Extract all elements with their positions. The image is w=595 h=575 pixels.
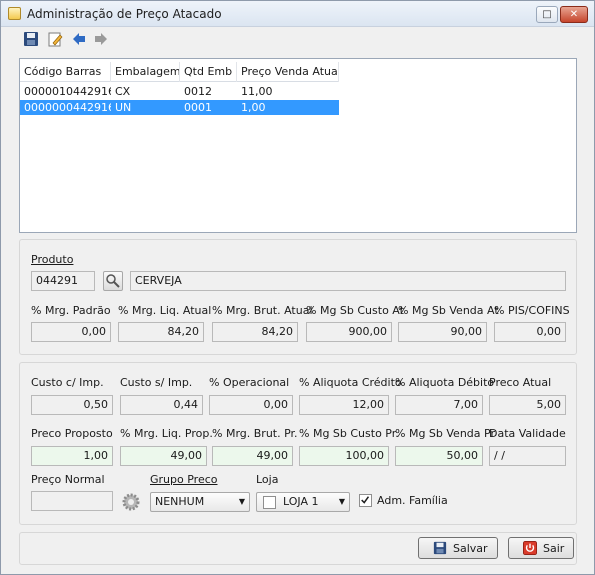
cost-field[interactable]: 0,44: [120, 395, 203, 415]
proposed-price-field[interactable]: 1,00: [31, 446, 113, 466]
back-arrow-icon[interactable]: [71, 31, 87, 47]
proposed-field[interactable]: 100,00: [299, 446, 389, 466]
proposed-label: Preco Proposto: [31, 427, 113, 440]
price-group-value: NENHUM: [155, 495, 205, 508]
margin-label: % Mg Sb Custo At: [306, 304, 404, 317]
list-cell: CX: [115, 85, 131, 98]
cost-field[interactable]: 0,50: [31, 395, 113, 415]
search-icon[interactable]: [103, 271, 123, 291]
cost-label: Custo s/ Imp.: [120, 376, 193, 389]
folder-icon: [8, 7, 21, 20]
margin-label: % Mg Sb Venda At: [398, 304, 499, 317]
margin-field[interactable]: 84,20: [212, 322, 298, 342]
list-cell: 11,00: [241, 85, 273, 98]
margin-field[interactable]: 0,00: [494, 322, 566, 342]
pricing-panel: Custo c/ Imp. Custo s/ Imp. % Operaciona…: [19, 362, 577, 525]
forward-arrow-icon[interactable]: [93, 31, 109, 47]
list-row-selected[interactable]: 0000000442916 UN 0001 1,00: [20, 100, 339, 115]
margin-label: % Mrg. Brut. Atual: [212, 304, 313, 317]
proposed-label: % Mrg. Liq. Prop.: [120, 427, 213, 440]
cost-field[interactable]: 12,00: [299, 395, 389, 415]
proposed-field[interactable]: 49,00: [212, 446, 293, 466]
list-cell: 0001: [184, 101, 212, 114]
product-name-field[interactable]: CERVEJA: [130, 271, 566, 291]
family-admin-label: Adm. Família: [377, 494, 448, 507]
list-cell: 1,00: [241, 101, 266, 114]
price-group-label: Grupo Preco: [150, 473, 218, 486]
chevron-down-icon: ▼: [338, 497, 345, 506]
list-cell: UN: [115, 101, 132, 114]
exit-button[interactable]: Sair: [508, 537, 574, 559]
chevron-down-icon: ▼: [238, 497, 245, 506]
proposed-label: % Mg Sb Custo Pr.: [299, 427, 399, 440]
proposed-field[interactable]: 50,00: [395, 446, 483, 466]
margin-field[interactable]: 900,00: [306, 322, 392, 342]
cost-field[interactable]: 0,00: [209, 395, 293, 415]
store-label: Loja: [256, 473, 279, 486]
product-code-field[interactable]: 044291: [31, 271, 95, 291]
power-icon: [523, 541, 537, 555]
save-icon: [433, 541, 447, 555]
proposed-field[interactable]: 49,00: [120, 446, 207, 466]
window: Administração de Preço Atacado □ ✕ Códig…: [0, 0, 595, 575]
title-bar: Administração de Preço Atacado □ ✕: [1, 1, 594, 27]
column-header[interactable]: Código Barras: [20, 62, 111, 82]
margin-label: % PIS/COFINS: [494, 304, 570, 317]
list-cell: 0000000442916: [24, 101, 111, 114]
gear-icon[interactable]: [121, 492, 141, 512]
normal-price-field[interactable]: [31, 491, 113, 511]
save-icon[interactable]: [23, 31, 39, 47]
cost-label: % Operacional: [209, 376, 290, 389]
cost-label: % Aliquota Crédito: [299, 376, 402, 389]
cost-label: Preco Atual: [489, 376, 552, 389]
list-cell: 0012: [184, 85, 212, 98]
list-row[interactable]: 0000010442916 CX 0012 11,00: [20, 84, 339, 99]
list-header: Código Barras Embalagem Qtd Emb Preço Ve…: [20, 62, 339, 82]
column-header[interactable]: Embalagem: [111, 62, 180, 82]
store-value: LOJA 1: [283, 495, 319, 508]
normal-price-label: Preço Normal: [31, 473, 105, 486]
save-button-label: Salvar: [453, 542, 488, 555]
cost-label: Custo c/ Imp.: [31, 376, 104, 389]
proposed-label: % Mrg. Brut. Pr.: [212, 427, 298, 440]
close-button[interactable]: ✕: [560, 6, 588, 23]
family-admin-checkbox[interactable]: [359, 494, 372, 507]
store-select[interactable]: LOJA 1 ▼: [256, 492, 350, 512]
margin-field[interactable]: 84,20: [118, 322, 204, 342]
product-panel: Produto 044291 CERVEJA % Mrg. Padrão % M…: [19, 239, 577, 355]
cost-field[interactable]: 5,00: [489, 395, 566, 415]
cost-label: % Aliquota Débito: [395, 376, 495, 389]
exit-button-label: Sair: [543, 542, 565, 555]
cost-field[interactable]: 7,00: [395, 395, 483, 415]
margin-label: % Mrg. Padrão: [31, 304, 111, 317]
edit-icon[interactable]: [47, 31, 63, 47]
save-button[interactable]: Salvar: [418, 537, 498, 559]
button-bar: Salvar Sair: [19, 532, 577, 565]
restore-button[interactable]: □: [536, 6, 558, 23]
margin-field[interactable]: 0,00: [31, 322, 111, 342]
margin-label: % Mrg. Liq. Atual: [118, 304, 212, 317]
product-label: Produto: [31, 253, 74, 266]
window-title: Administração de Preço Atacado: [27, 7, 222, 21]
column-header[interactable]: Qtd Emb: [180, 62, 237, 82]
store-checkbox[interactable]: [263, 496, 276, 509]
barcode-list[interactable]: Código Barras Embalagem Qtd Emb Preço Ve…: [19, 58, 577, 233]
proposed-label: % Mg Sb Venda Pr: [395, 427, 495, 440]
proposed-label: Data Validade: [489, 427, 566, 440]
validity-date-field[interactable]: / /: [489, 446, 566, 466]
column-header[interactable]: Preço Venda Atual: [237, 62, 339, 82]
price-group-select[interactable]: NENHUM ▼: [150, 492, 250, 512]
list-cell: 0000010442916: [24, 85, 111, 98]
margin-field[interactable]: 90,00: [398, 322, 487, 342]
